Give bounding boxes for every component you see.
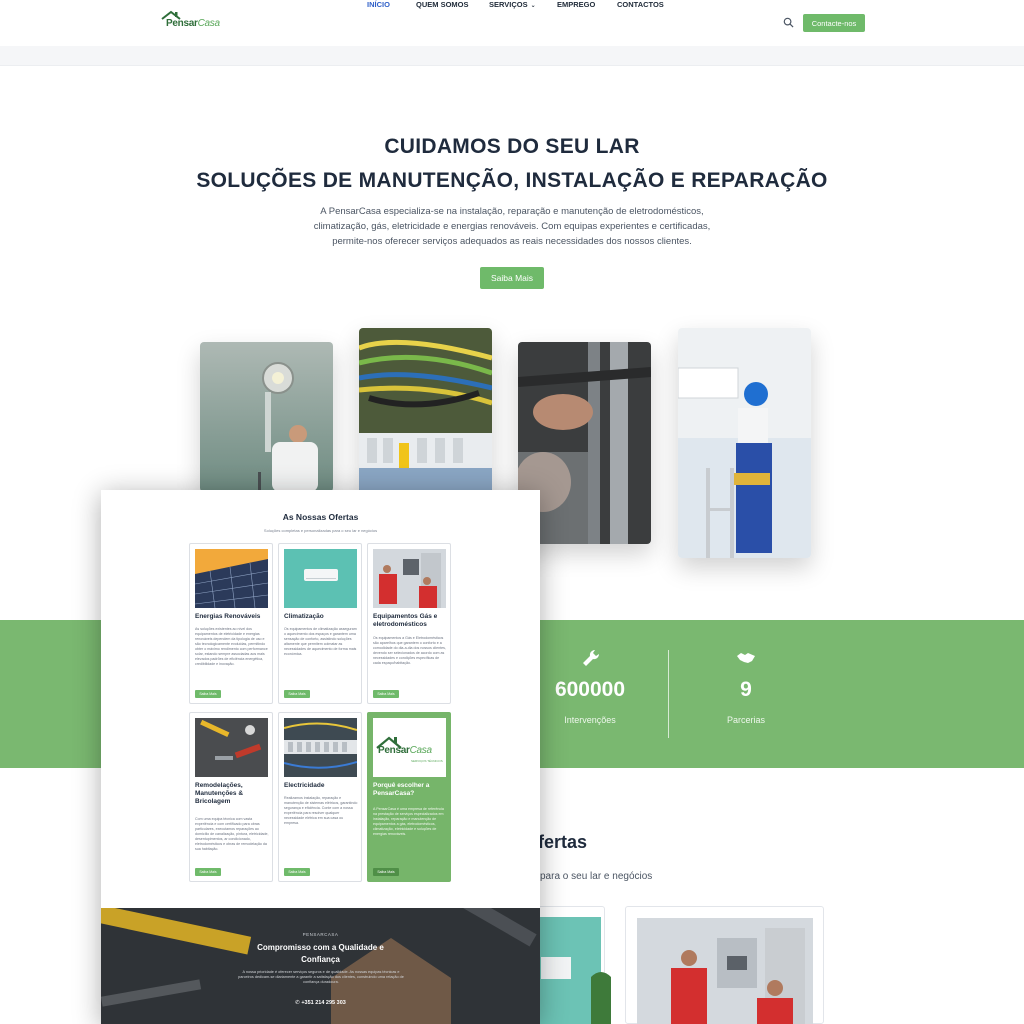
hero-title: CUIDAMOS DO SEU LAR SOLUÇÕES DE MANUTENÇ…: [0, 130, 1024, 198]
nav-servicos[interactable]: SERVIÇOS ⌄: [489, 0, 536, 9]
overlay-footer-title-line1: Compromisso com a Qualidade e: [257, 943, 384, 952]
photo-ac-technician: [678, 328, 811, 558]
offer-card-title: Climatização: [284, 613, 324, 620]
offer-card-title: Energias Renováveis: [195, 613, 261, 620]
hero-title-line1: CUIDAMOS DO SEU LAR: [384, 135, 640, 158]
overlay-offers-subtitle: Soluções completas e personalizadas para…: [263, 528, 378, 533]
overlay-offers-title: As Nossas Ofertas: [282, 512, 359, 522]
stat-interventions-value: 600000: [554, 678, 626, 701]
nav-contactos[interactable]: CONTACTOS: [617, 0, 664, 9]
technicians-appliances-image: [373, 549, 446, 608]
photo-ceiling-lamp-install: [200, 342, 333, 492]
photo-electrical-panel: [359, 328, 492, 493]
nav-quem-somos[interactable]: QUEM SOMOS: [416, 0, 469, 9]
offer-card-button[interactable]: Saiba Mais: [284, 690, 310, 698]
overlay-footer-title-line2: Confiança: [301, 955, 340, 964]
site-header: PensarCasa INÍCIO QUEM SOMOS SERVIÇOS ⌄ E…: [0, 0, 1024, 46]
search-icon[interactable]: [783, 17, 794, 28]
header-shadow-strip: [0, 46, 1024, 66]
offer-card-remodelacoes: Remodelações, Manutenções & Bricolagem C…: [189, 712, 273, 882]
offer-card-title: Equipamentos Gás e eletrodomésticos: [373, 613, 438, 628]
offer-card-why-choose: PensarCasa SERVIÇOS TÉCNICOS Porquê esco…: [367, 712, 451, 882]
offer-card-equipamentos-gas: Equipamentos Gás e eletrodomésticos Os e…: [367, 543, 451, 704]
stats-divider: [668, 650, 669, 738]
nav-inicio[interactable]: INÍCIO: [367, 0, 390, 9]
card-logo-tagline: SERVIÇOS TÉCNICOS: [411, 759, 443, 763]
nav-servicos-label: SERVIÇOS: [489, 0, 528, 9]
offer-card-button[interactable]: Saiba Mais: [284, 868, 310, 876]
offer-card-text: A PensarCasa é uma empresa de referência…: [373, 807, 444, 836]
phone-number: +351 214 295 303: [301, 1000, 346, 1006]
offer-card-title: Porquê escolher a PensarCasa?: [373, 782, 430, 797]
contact-button[interactable]: Contacte-nos: [803, 14, 865, 32]
air-conditioner-image: [284, 549, 357, 608]
overlay-footer-title: Compromisso com a Qualidade e Confiança: [101, 942, 540, 966]
stat-partnerships-label: Parcerias: [726, 715, 765, 725]
stat-interventions-label: Intervenções: [564, 715, 616, 725]
overlay-footer-description: A nossa prioridade é oferecer serviços s…: [238, 970, 404, 984]
nav-emprego[interactable]: EMPREGO: [557, 0, 595, 9]
offer-card-text: Com uma equipa técnica com vasta experiê…: [195, 817, 269, 851]
wrench-icon: [583, 649, 600, 666]
hero-description: A PensarCasa especializa-se na instalaçã…: [313, 206, 711, 247]
site-logo[interactable]: PensarCasa: [160, 10, 220, 36]
overlay-footer-phone[interactable]: ✆ +351 214 295 303: [101, 1000, 540, 1006]
logo-text: PensarCasa: [166, 18, 220, 29]
hero-title-line2: SOLUÇÕES DE MANUTENÇÃO, INSTALAÇÃO E REP…: [196, 169, 828, 192]
tools-background-image: [101, 908, 540, 1024]
offer-card-text: Os equipamentos a Gás e Eletrodomésticos…: [373, 636, 446, 665]
tools-image: [195, 718, 268, 777]
offer-card-button[interactable]: Saiba Mais: [373, 690, 399, 698]
handshake-icon: [737, 653, 755, 663]
stat-partnerships-value: 9: [740, 678, 752, 701]
offer-card-button[interactable]: Saiba Mais: [195, 690, 221, 698]
offer-card-title: Electricidade: [284, 782, 325, 789]
offer-card-electricidade: Electricidade Realizamos instalação, rep…: [278, 712, 362, 882]
hero-saiba-mais-button[interactable]: Saiba Mais: [480, 267, 544, 289]
offer-card-button[interactable]: Saiba Mais: [373, 868, 399, 876]
offer-card-button[interactable]: Saiba Mais: [195, 868, 221, 876]
overlay-commitment-section: PENSARCASA Compromisso com a Qualidade e…: [101, 908, 540, 1024]
offer-card-text: As soluções existentes ao nível dos equi…: [195, 627, 268, 666]
offer-card-text: Os equipamentos de climatização assegura…: [284, 627, 357, 656]
offer-card-energias: Energias Renováveis As soluções existent…: [189, 543, 273, 704]
overlay-offers-screenshot: As Nossas Ofertas Soluções completas e p…: [101, 490, 540, 1024]
pensarcasa-logo-block: PensarCasa SERVIÇOS TÉCNICOS: [373, 718, 446, 777]
bg-offer-card-equipamentos: [625, 906, 824, 1024]
offer-card-text: Realizamos instalação, reparação e manut…: [284, 796, 358, 825]
offer-card-climatizacao: Climatização Os equipamentos de climatiz…: [278, 543, 362, 704]
offers-heading-partial: fertas: [538, 832, 588, 852]
card-logo-text: PensarCasa: [378, 745, 432, 756]
overlay-footer-kicker: PENSARCASA: [302, 932, 339, 937]
electrical-panel-image: [284, 718, 357, 777]
offers-subtitle-partial: para o seu lar e negócios: [540, 871, 653, 882]
chevron-down-icon: ⌄: [530, 3, 536, 9]
offer-card-title: Remodelações, Manutenções & Bricolagem: [195, 782, 244, 805]
solar-panels-image: [195, 549, 268, 608]
